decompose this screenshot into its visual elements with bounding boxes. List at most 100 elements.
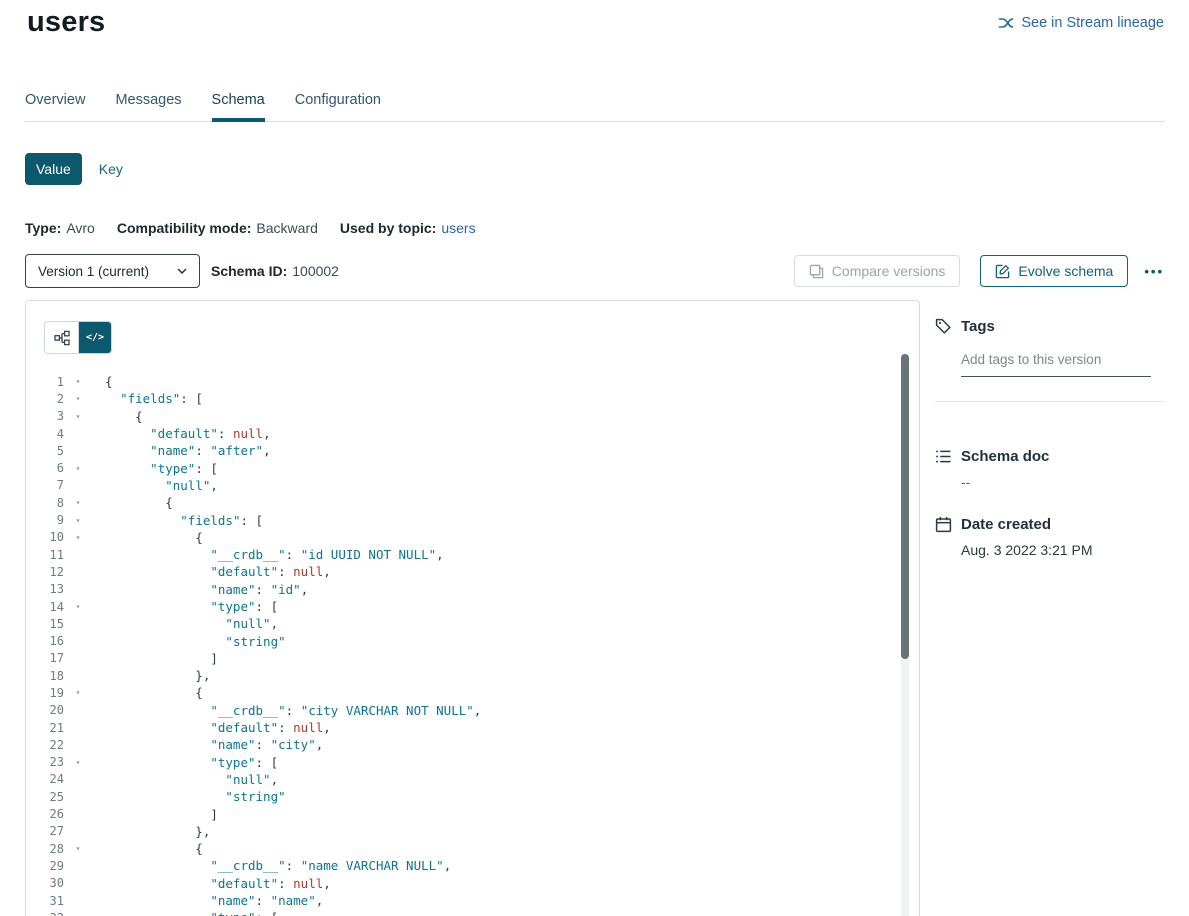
fold-toggle-icon[interactable]: ▾ [70,758,86,767]
line-number: 13 [26,582,64,596]
chevron-down-icon [177,268,187,274]
add-tags-input[interactable] [961,352,1151,377]
code-text: "name": "city", [105,737,323,752]
list-icon [935,448,952,465]
code-text: "name": "after", [105,443,271,458]
stream-lineage-link[interactable]: See in Stream lineage [998,15,1164,31]
fold-toggle-icon[interactable]: ▾ [70,844,86,853]
code-line: 32▾ "type": [ [26,909,899,916]
code-line: 19▾ { [26,684,899,701]
code-line: 10 ▾ { [26,529,899,546]
line-number: 15 [26,617,64,631]
line-number: 10 [26,530,64,544]
meta-topic: Used by topic: users [340,220,476,236]
code-line: 14▾ "type": [ [26,598,899,615]
schema-id-label: Schema ID: [211,263,287,279]
code-line: 31 "name": "name", [26,892,899,909]
code-line: 27 }, [26,823,899,840]
line-number: 23 [26,755,64,769]
code-text: "default": null, [105,876,331,891]
fold-toggle-icon[interactable]: ▾ [70,498,86,507]
code-line: 11 "__crdb__": "id UUID NOT NULL", [26,546,899,563]
evolve-schema-button[interactable]: Evolve schema [980,255,1128,287]
code-text: { [105,374,113,389]
tab-schema[interactable]: Schema [212,82,265,121]
value-toggle-button[interactable]: Value [25,153,82,185]
code-text: "string" [105,789,286,804]
more-actions-button[interactable]: ••• [1144,265,1164,278]
line-number: 7 [26,478,64,492]
code-text: "null", [105,616,278,631]
code-text: "name": "name", [105,893,323,908]
schema-sidebar: Tags Schema doc -- [935,318,1165,558]
stream-lineage-icon [998,15,1014,31]
code-text: "type": [ [105,755,278,770]
evolve-schema-label: Evolve schema [1018,263,1113,279]
code-view-button[interactable]: </> [78,322,111,353]
tab-messages[interactable]: Messages [115,82,181,121]
schema-code-viewer[interactable]: 1▾{2▾ "fields": [3▾ {4 "default": null,5… [26,373,899,916]
schema-doc-title: Schema doc [961,448,1049,465]
line-number: 6 [26,461,64,475]
topic-link[interactable]: users [441,220,475,236]
code-line: 17 ] [26,650,899,667]
code-line: 29 "__crdb__": "name VARCHAR NULL", [26,857,899,874]
code-line: 8▾ { [26,494,899,511]
code-line: 30 "default": null, [26,875,899,892]
key-toggle-button[interactable]: Key [82,153,140,185]
compare-versions-button[interactable]: Compare versions [794,255,961,287]
line-number: 24 [26,772,64,786]
code-line: 7 "null", [26,477,899,494]
meta-compat: Compatibility mode:Backward [117,220,318,236]
calendar-icon [935,516,952,533]
code-text: "__crdb__": "name VARCHAR NULL", [105,858,451,873]
line-number: 27 [26,824,64,838]
page: users See in Stream lineage Overview Mes… [0,0,1189,916]
tab-configuration[interactable]: Configuration [295,82,381,121]
fold-toggle-icon[interactable]: ▾ [70,412,86,421]
line-number: 1 [26,375,64,389]
line-number: 16 [26,634,64,648]
fold-toggle-icon[interactable]: ▾ [70,377,86,386]
fold-toggle-icon[interactable]: ▾ [70,533,86,542]
tab-overview[interactable]: Overview [25,82,85,121]
right-controls: Compare versions Evolve schema ••• [794,255,1164,287]
code-line: 28 ▾ { [26,840,899,857]
code-line: 20 "__crdb__": "city VARCHAR NOT NULL", [26,702,899,719]
line-number: 32 [26,911,64,916]
code-text: }, [105,668,210,683]
tree-view-icon [54,330,70,346]
schema-doc-section: Schema doc -- [935,448,1165,490]
tags-section-header: Tags [935,318,1165,335]
code-line: 22 "name": "city", [26,736,899,753]
tree-view-button[interactable] [45,322,78,353]
line-number: 31 [26,894,64,908]
code-view-icon: </> [86,332,104,343]
code-line: 6▾ "type": [ [26,459,899,476]
evolve-schema-icon [995,264,1010,279]
code-line: 25 "string" [26,788,899,805]
page-title: users [27,6,105,39]
code-line: 18 }, [26,667,899,684]
line-number: 19 [26,686,64,700]
code-text: "fields": [ [105,391,203,406]
code-text: { [105,841,203,856]
line-number: 28 [26,842,64,856]
scrollbar-thumb[interactable] [901,354,909,659]
code-lines: 1▾{2▾ "fields": [3▾ {4 "default": null,5… [26,373,899,916]
fold-toggle-icon[interactable]: ▾ [70,516,86,525]
line-number: 2 [26,392,64,406]
fold-toggle-icon[interactable]: ▾ [70,464,86,473]
version-select[interactable]: Version 1 (current) [25,254,200,288]
code-text: { [105,495,173,510]
code-text: { [105,530,203,545]
meta-topic-label: Used by topic: [340,220,436,236]
fold-toggle-icon[interactable]: ▾ [70,688,86,697]
code-line: 23 ▾ "type": [ [26,754,899,771]
code-text: "type": [ [105,599,278,614]
fold-toggle-icon[interactable]: ▾ [70,602,86,611]
code-text: "string" [105,634,286,649]
code-line: 21 "default": null, [26,719,899,736]
fold-toggle-icon[interactable]: ▾ [70,394,86,403]
tab-bar: Overview Messages Schema Configuration [25,82,1165,122]
